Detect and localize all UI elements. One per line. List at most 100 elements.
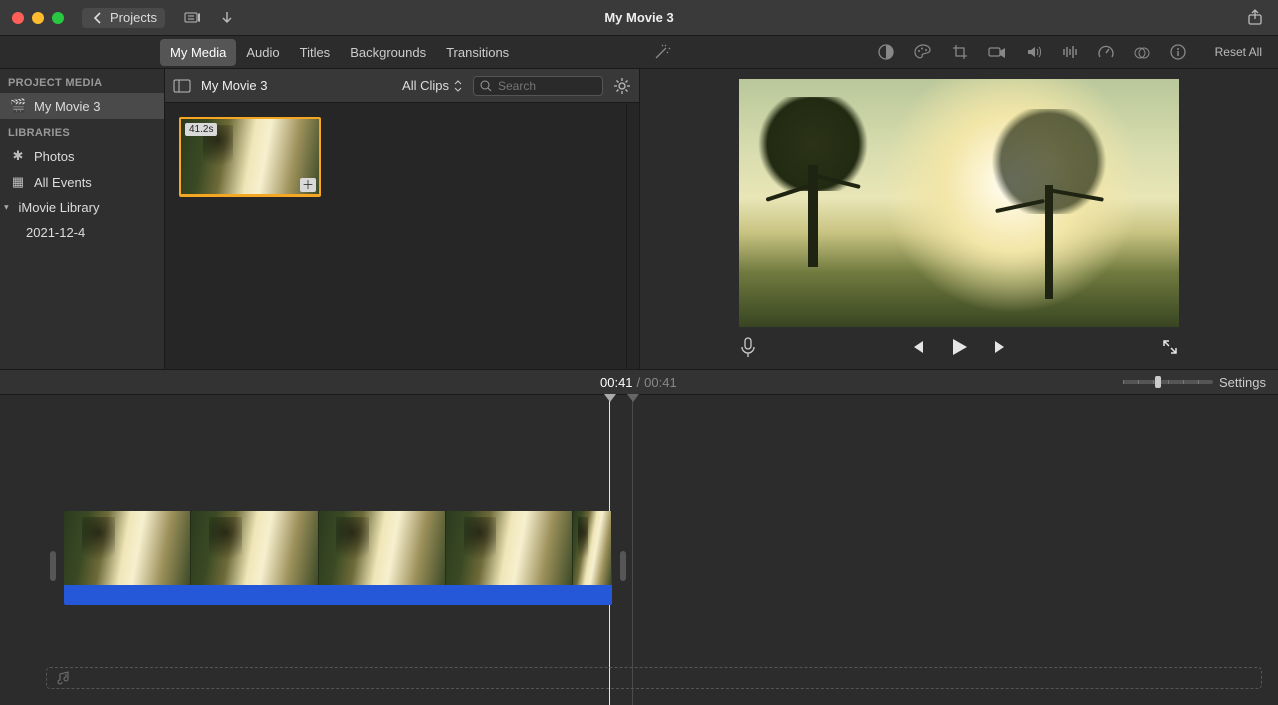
noise-reduction-button[interactable] (1061, 43, 1079, 61)
color-balance-button[interactable] (877, 43, 895, 61)
timeline-info-bar: 00:41 / 00:41 Settings (0, 369, 1278, 395)
title-bar: Projects My Movie 3 (0, 0, 1278, 35)
timeline-panel[interactable] (0, 395, 1278, 705)
media-tabs: My Media Audio Titles Backgrounds Transi… (0, 36, 640, 68)
sidebar-item-photos[interactable]: ✱ Photos (0, 143, 164, 169)
zoom-slider[interactable] (1123, 380, 1213, 384)
playback-controls (739, 327, 1179, 367)
preview-frame (739, 79, 1179, 327)
updown-chevron-icon (453, 80, 463, 92)
sidebar-toggle-icon[interactable] (173, 79, 191, 93)
volume-icon (1025, 43, 1043, 61)
sidebar-item-label: All Events (34, 175, 92, 190)
equalizer-icon (1061, 43, 1079, 61)
window-title: My Movie 3 (604, 10, 673, 25)
next-frame-button[interactable] (992, 338, 1010, 356)
info-button[interactable] (1169, 43, 1187, 61)
window-controls (0, 12, 64, 24)
sidebar-item-library-root[interactable]: ▸ iMovie Library (0, 195, 164, 220)
clapper-icon: 🎬 (10, 98, 26, 114)
media-clip[interactable]: 41.2s ＋ (179, 117, 321, 197)
sidebar-item-event[interactable]: 2021-12-4 (0, 220, 164, 245)
prev-frame-button[interactable] (908, 338, 926, 356)
clip-duration-badge: 41.2s (185, 123, 217, 136)
search-input[interactable] (498, 79, 586, 93)
close-window-button[interactable] (12, 12, 24, 24)
clip-audio-strip (181, 194, 319, 197)
enhance-wand-button[interactable] (652, 42, 672, 62)
expand-icon (1161, 338, 1179, 356)
clip-filter-dropdown[interactable]: All Clips (402, 78, 463, 93)
range-marker[interactable] (632, 395, 633, 705)
info-icon (1169, 43, 1187, 61)
tab-backgrounds[interactable]: Backgrounds (340, 39, 436, 66)
clip-trim-handle-right[interactable] (620, 551, 626, 581)
sidebar-item-label: My Movie 3 (34, 99, 100, 114)
volume-button[interactable] (1025, 43, 1043, 61)
chevron-left-icon (90, 10, 106, 26)
browser-title: My Movie 3 (201, 78, 267, 93)
sidebar-heading-libraries: LIBRARIES (0, 119, 164, 143)
skip-back-icon (908, 338, 926, 356)
sidebar-item-label: iMovie Library (19, 200, 100, 215)
tab-audio[interactable]: Audio (236, 39, 289, 66)
minimize-window-button[interactable] (32, 12, 44, 24)
microphone-icon (739, 336, 757, 358)
timeline-clip[interactable] (64, 511, 612, 605)
time-separator: / (633, 375, 645, 390)
browser-settings-button[interactable] (613, 77, 631, 95)
preview-viewport[interactable] (739, 79, 1179, 327)
speedometer-icon (1097, 43, 1115, 61)
sidebar-item-all-events[interactable]: ▦ All Events (0, 169, 164, 195)
disclosure-triangle-icon[interactable]: ▸ (1, 205, 12, 210)
crop-button[interactable] (951, 43, 969, 61)
sidebar-heading-project: PROJECT MEDIA (0, 69, 164, 93)
tab-my-media[interactable]: My Media (160, 39, 236, 66)
stabilize-button[interactable] (987, 44, 1007, 60)
project-sidebar: PROJECT MEDIA 🎬 My Movie 3 LIBRARIES ✱ P… (0, 69, 165, 369)
maximize-window-button[interactable] (52, 12, 64, 24)
video-track (64, 511, 612, 605)
preview-panel (640, 69, 1278, 369)
share-icon (1246, 8, 1264, 26)
timeline-settings-button[interactable]: Settings (1219, 375, 1266, 390)
main-toolbar: My Media Audio Titles Backgrounds Transi… (0, 35, 1278, 69)
background-music-track[interactable] (46, 667, 1262, 689)
download-arrow-icon[interactable] (219, 10, 235, 26)
zoom-knob[interactable] (1155, 376, 1161, 388)
color-correction-button[interactable] (913, 43, 933, 61)
sidebar-item-project[interactable]: 🎬 My Movie 3 (0, 93, 164, 119)
search-field[interactable] (473, 76, 603, 96)
back-to-projects-button[interactable]: Projects (82, 8, 165, 28)
voiceover-button[interactable] (739, 336, 757, 358)
clip-audio-track[interactable] (64, 585, 612, 605)
back-label: Projects (110, 10, 157, 25)
play-button[interactable] (948, 336, 970, 358)
filter-label: All Clips (402, 78, 449, 93)
adjustment-tools: Reset All (640, 36, 1278, 68)
overlap-circles-icon (1133, 43, 1151, 61)
sidebar-item-label: 2021-12-4 (26, 225, 85, 240)
search-icon (480, 80, 492, 92)
reset-all-button[interactable]: Reset All (1205, 45, 1262, 59)
zoom-controls: Settings (1123, 375, 1278, 390)
tab-transitions[interactable]: Transitions (436, 39, 519, 66)
palette-icon (913, 43, 933, 61)
browser-divider[interactable] (626, 103, 627, 369)
clip-browser: My Movie 3 All Clips 41.2s ＋ (165, 69, 640, 369)
browser-toolbar: My Movie 3 All Clips (165, 69, 639, 103)
sidebar-item-label: Photos (34, 149, 74, 164)
upper-panels: PROJECT MEDIA 🎬 My Movie 3 LIBRARIES ✱ P… (0, 69, 1278, 369)
add-clip-button[interactable]: ＋ (300, 178, 316, 192)
skip-forward-icon (992, 338, 1010, 356)
speed-button[interactable] (1097, 43, 1115, 61)
tab-titles[interactable]: Titles (290, 39, 341, 66)
filters-button[interactable] (1133, 43, 1151, 61)
share-button[interactable] (1246, 8, 1264, 26)
fullscreen-button[interactable] (1161, 338, 1179, 356)
flower-icon: ✱ (10, 148, 26, 164)
color-balance-icon (877, 43, 895, 61)
media-import-icon[interactable] (183, 9, 201, 27)
clip-trim-handle-left[interactable] (50, 551, 56, 581)
clips-area[interactable]: 41.2s ＋ (165, 103, 639, 369)
